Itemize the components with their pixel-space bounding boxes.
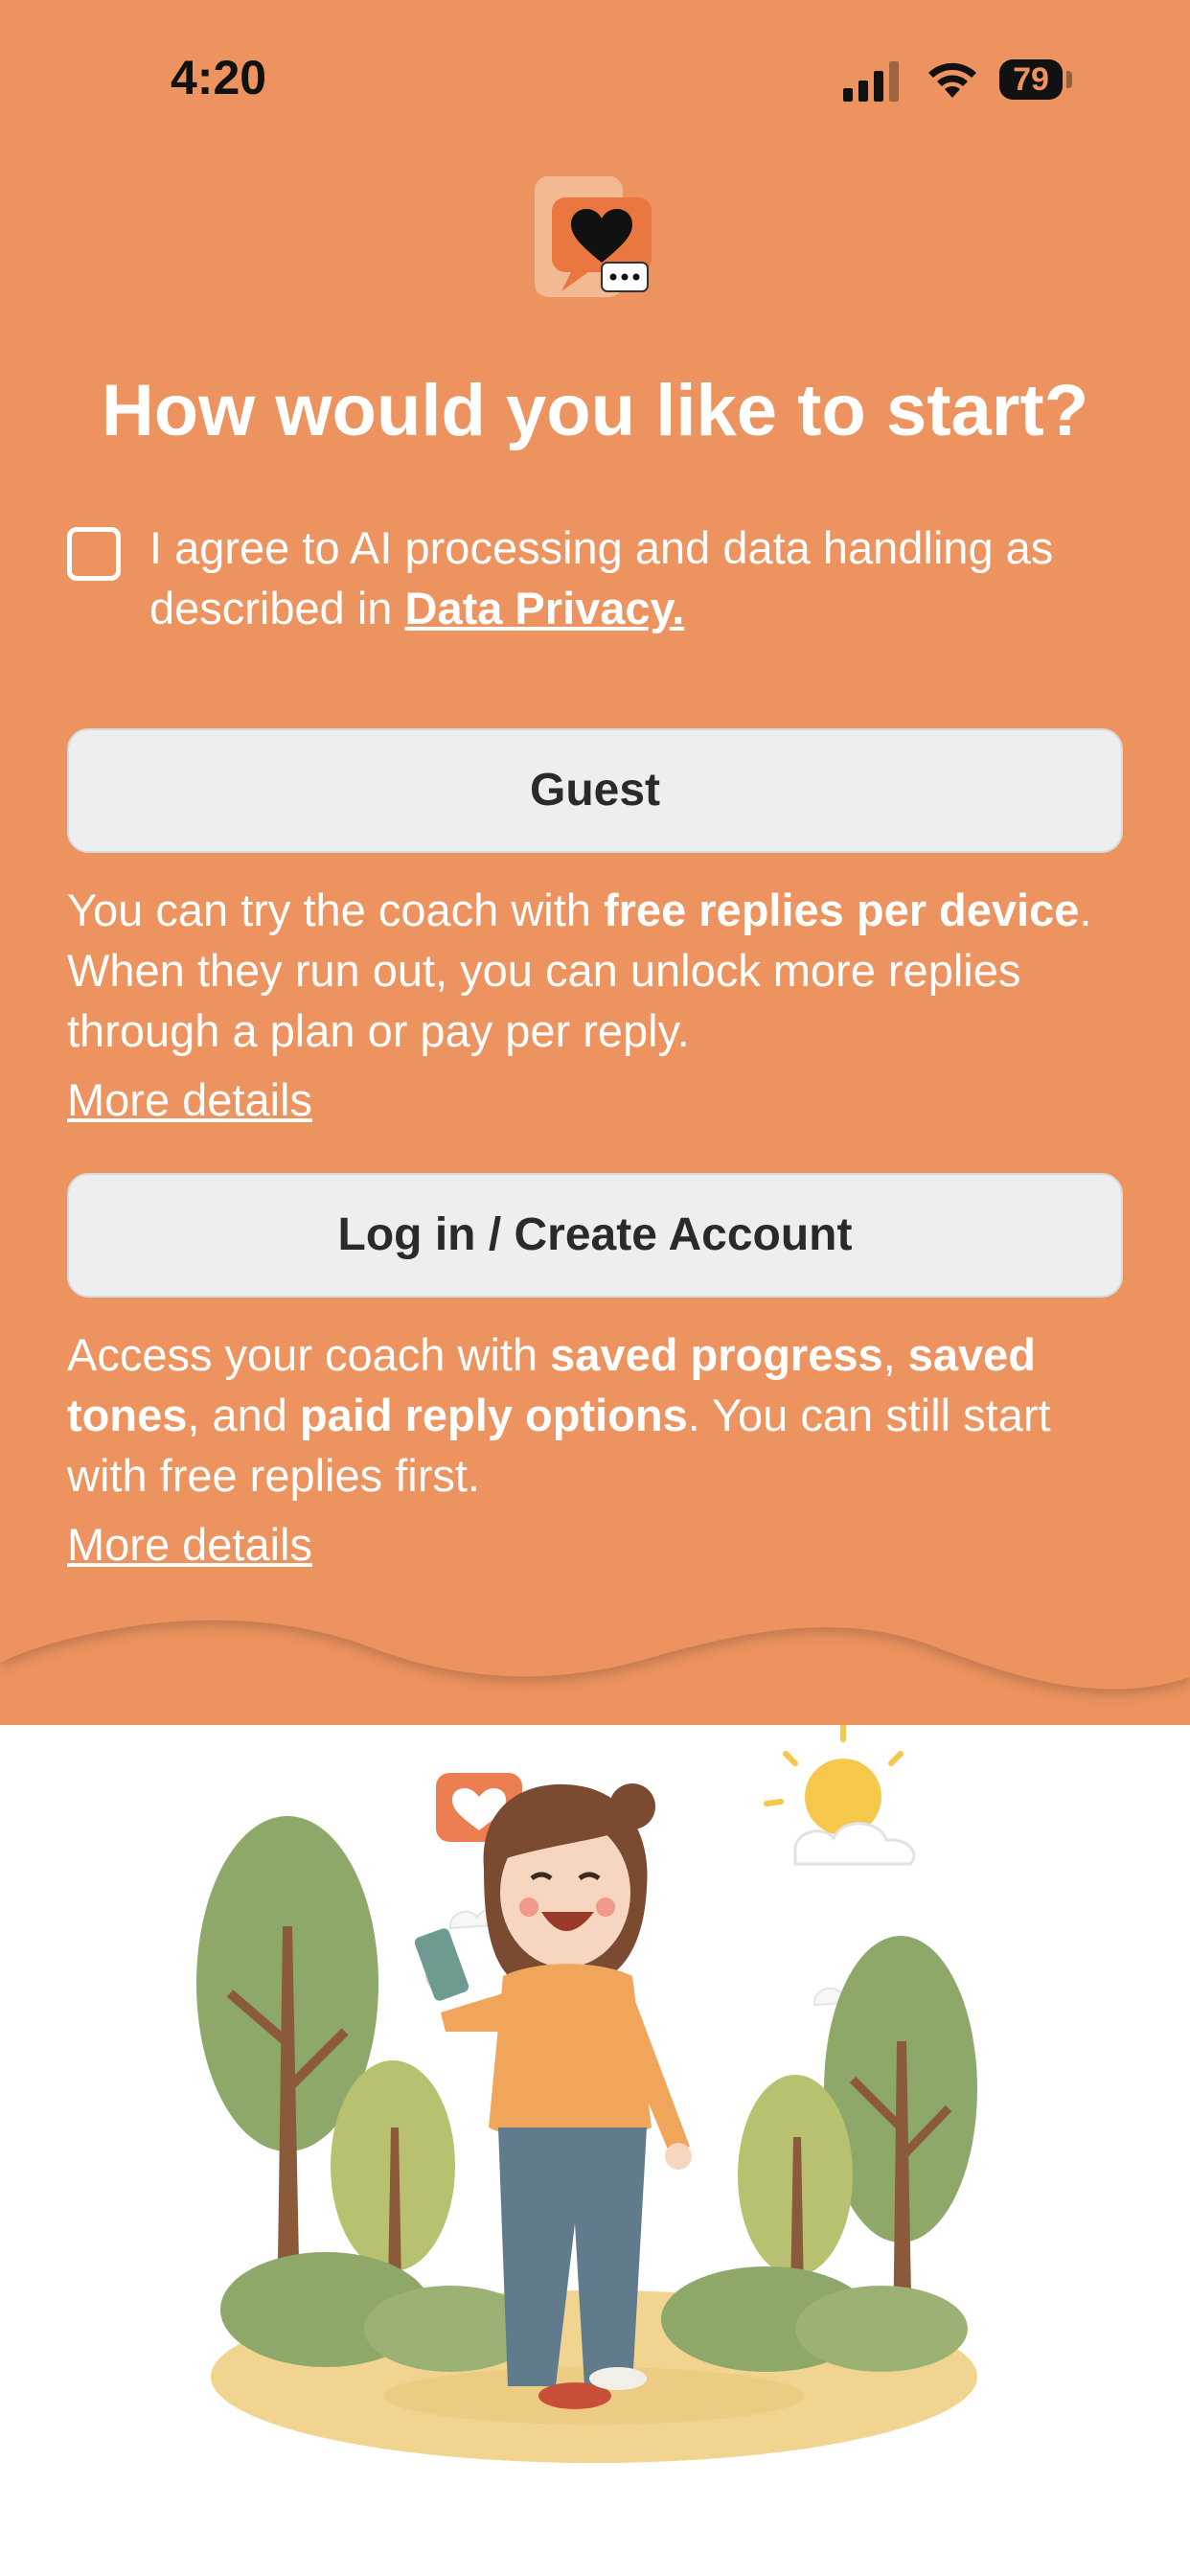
account-description: Access your coach with saved progress, s… bbox=[67, 1324, 1131, 1506]
battery-icon: 79 bbox=[999, 59, 1063, 100]
account-more-details-link[interactable]: More details bbox=[67, 1518, 312, 1571]
wifi-icon bbox=[928, 62, 976, 98]
status-time: 4:20 bbox=[171, 51, 267, 104]
app-logo-heart-chat-icon bbox=[535, 176, 652, 297]
girl-with-phone-illustration bbox=[196, 1725, 977, 2463]
account-desc-sep-2: , and bbox=[187, 1390, 300, 1440]
account-desc-bold-3: paid reply options bbox=[299, 1390, 688, 1440]
guest-desc-text: You can try the coach with bbox=[67, 885, 604, 935]
account-desc-text: Access your coach with bbox=[67, 1329, 551, 1380]
battery-cap bbox=[1066, 71, 1072, 88]
consent-checkbox[interactable] bbox=[67, 527, 121, 581]
consent-text: I agree to AI processing and data handli… bbox=[149, 518, 1108, 638]
account-desc-sep-1: , bbox=[882, 1329, 908, 1380]
page-title: How would you like to start? bbox=[101, 370, 1089, 451]
guest-more-details-link[interactable]: More details bbox=[67, 1073, 312, 1126]
signal-icon bbox=[843, 61, 899, 102]
sun-icon bbox=[764, 1725, 904, 1835]
account-desc-bold-1: saved progress bbox=[550, 1329, 883, 1380]
guest-desc-bold: free replies per device bbox=[603, 885, 1080, 935]
guest-description: You can try the coach with free replies … bbox=[67, 880, 1131, 1061]
login-create-account-button[interactable]: Log in / Create Account bbox=[67, 1173, 1123, 1298]
guest-button[interactable]: Guest bbox=[67, 728, 1123, 853]
data-privacy-link[interactable]: Data Privacy. bbox=[405, 583, 685, 633]
